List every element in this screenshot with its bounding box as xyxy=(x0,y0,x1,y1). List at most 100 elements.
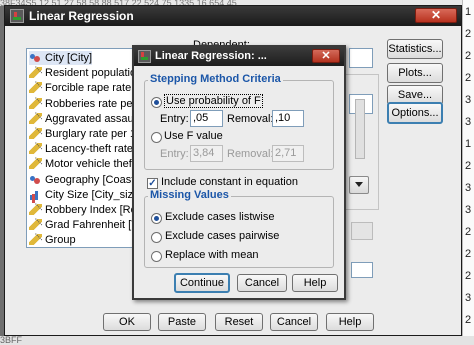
variable-label: Lacency-theft rate per xyxy=(45,143,140,156)
nominal-variable-icon xyxy=(29,52,42,63)
f-entry-label: Entry: xyxy=(160,148,189,160)
paste-button[interactable]: Paste xyxy=(158,313,206,331)
background-sheet-bottom-row: 3BFF xyxy=(0,336,474,345)
variable-label: Robberies rate per 100, xyxy=(45,97,140,110)
variable-label: Geography [Coast] xyxy=(45,173,138,186)
variable-list-item[interactable]: City Size [City_size] xyxy=(29,188,141,202)
main-window-title: Linear Regression xyxy=(29,9,134,23)
variable-label: Forcible rape rate per xyxy=(45,82,141,95)
plots-button[interactable]: Plots... xyxy=(387,63,443,83)
variable-list-item[interactable]: Group xyxy=(29,233,76,247)
cancel-button[interactable]: Cancel xyxy=(270,313,318,331)
variable-list-item[interactable]: Aggravated assault ra xyxy=(29,112,140,126)
ordinal-variable-icon xyxy=(29,189,42,200)
options-help-button[interactable]: Help xyxy=(292,274,338,292)
use-probability-radio[interactable] xyxy=(151,97,162,108)
exclude-listwise-label: Exclude cases listwise xyxy=(165,211,275,223)
help-button[interactable]: Help xyxy=(326,313,374,331)
f-removal-label: Removal: xyxy=(227,148,274,160)
scale-variable-icon xyxy=(29,219,42,231)
variable-label: Aggravated assault ra xyxy=(45,112,140,125)
scale-variable-icon xyxy=(29,82,42,94)
ok-button[interactable]: OK xyxy=(103,313,151,331)
include-constant-checkbox[interactable]: ✓ xyxy=(147,178,158,189)
chevron-down-icon xyxy=(355,182,363,187)
exclude-pairwise-radio[interactable] xyxy=(151,232,162,243)
background-cell: 3 xyxy=(465,94,472,106)
method-dropdown-fragment[interactable] xyxy=(349,176,369,194)
reset-button[interactable]: Reset xyxy=(215,313,263,331)
case-labels-field[interactable] xyxy=(351,262,373,278)
variable-label: Grad Fahrenheit [Temp xyxy=(45,219,140,232)
variable-list-item[interactable]: Resident population [Po xyxy=(29,66,141,80)
scale-variable-icon xyxy=(29,128,42,139)
background-cell: 2 xyxy=(465,314,472,326)
use-probability-label[interactable]: Use probability of F xyxy=(164,94,263,108)
prob-entry-input[interactable]: ,05 xyxy=(190,110,223,127)
scrollbar-fragment[interactable] xyxy=(355,99,365,159)
selection-rule-fragment xyxy=(351,222,373,240)
use-f-value-label: Use F value xyxy=(164,130,223,142)
prob-removal-label: Removal: xyxy=(227,113,274,125)
f-entry-input[interactable]: 3,84 xyxy=(190,145,223,162)
variable-list-item[interactable]: Robberies rate per 100, xyxy=(29,97,140,111)
nominal-variable-icon xyxy=(29,174,42,185)
variable-list-item[interactable]: Burglary rate per 100,0 xyxy=(29,127,140,141)
variable-list-item[interactable]: City [City] xyxy=(29,51,93,65)
prob-entry-label: Entry: xyxy=(160,113,189,125)
spss-app-icon xyxy=(138,50,151,63)
variable-list-item[interactable]: Lacency-theft rate per xyxy=(29,142,140,156)
variable-list-item[interactable]: Grad Fahrenheit [Temp xyxy=(29,218,140,232)
variable-label: Robbery Index [Robbe xyxy=(45,204,140,216)
variable-label: City Size [City_size] xyxy=(45,188,141,201)
scale-variable-icon xyxy=(29,67,42,79)
variable-label: Burglary rate per 100,0 xyxy=(45,128,140,140)
variable-label: Group xyxy=(45,234,76,247)
include-constant-label: Include constant in equation xyxy=(161,176,298,188)
variable-label: Resident population [Po xyxy=(45,67,141,80)
statistics-button[interactable]: Statistics... xyxy=(387,39,443,59)
options-dialog: Linear Regression: ... ✕ Stepping Method… xyxy=(132,45,346,300)
variable-list-item[interactable]: Motor vehicle theft rate xyxy=(29,157,140,171)
variable-label: Motor vehicle theft rate xyxy=(45,158,140,171)
options-close-button[interactable]: ✕ xyxy=(312,49,340,63)
spss-app-icon xyxy=(10,9,24,23)
background-cell: 2 xyxy=(465,270,472,282)
background-cell: 3 xyxy=(465,182,472,194)
background-cell: 3 xyxy=(465,292,472,304)
background-cell: 2 xyxy=(465,248,472,260)
f-removal-input[interactable]: 2,71 xyxy=(272,145,304,162)
scale-variable-icon xyxy=(29,158,42,170)
scale-variable-icon xyxy=(29,143,42,155)
background-cell: 1 xyxy=(465,6,472,18)
background-cell: 2 xyxy=(465,72,472,84)
options-dialog-title: Linear Regression: ... xyxy=(155,50,267,62)
missing-values-title: Missing Values xyxy=(148,189,231,201)
options-cancel-button[interactable]: Cancel xyxy=(237,274,287,292)
scale-variable-icon xyxy=(29,234,42,246)
prob-removal-input[interactable]: ,10 xyxy=(272,110,304,127)
scale-variable-icon xyxy=(29,204,42,215)
background-cell: 3 xyxy=(465,116,472,128)
replace-with-mean-label: Replace with mean xyxy=(165,249,259,261)
main-title-bar[interactable]: Linear Regression xyxy=(5,6,461,26)
variable-list-item[interactable]: Robbery Index [Robbe xyxy=(29,203,140,217)
main-close-button[interactable]: ✕ xyxy=(415,8,457,23)
use-f-value-radio[interactable] xyxy=(151,132,162,143)
background-cell: 3 xyxy=(465,204,472,216)
variable-list-item[interactable]: Geography [Coast] xyxy=(29,173,137,187)
variable-list[interactable]: City [City] Resident population [Po Forcib… xyxy=(26,48,141,248)
scale-variable-icon xyxy=(29,97,42,109)
variable-list-item[interactable]: Forcible rape rate per xyxy=(29,81,141,95)
background-cell: 1 xyxy=(465,138,472,150)
replace-with-mean-radio[interactable] xyxy=(151,251,162,262)
stepping-criteria-title: Stepping Method Criteria xyxy=(148,73,283,85)
background-cell: 2 xyxy=(465,226,472,238)
background-cell: 2 xyxy=(465,28,472,40)
exclude-listwise-radio[interactable] xyxy=(151,213,162,224)
exclude-pairwise-label: Exclude cases pairwise xyxy=(165,230,280,242)
options-button[interactable]: Options... xyxy=(387,102,443,124)
continue-button[interactable]: Continue xyxy=(174,273,230,293)
dependent-field[interactable] xyxy=(349,48,373,68)
background-sheet-right-column: 1 2 2 2 3 3 1 2 3 3 2 2 2 3 2 xyxy=(462,0,474,345)
